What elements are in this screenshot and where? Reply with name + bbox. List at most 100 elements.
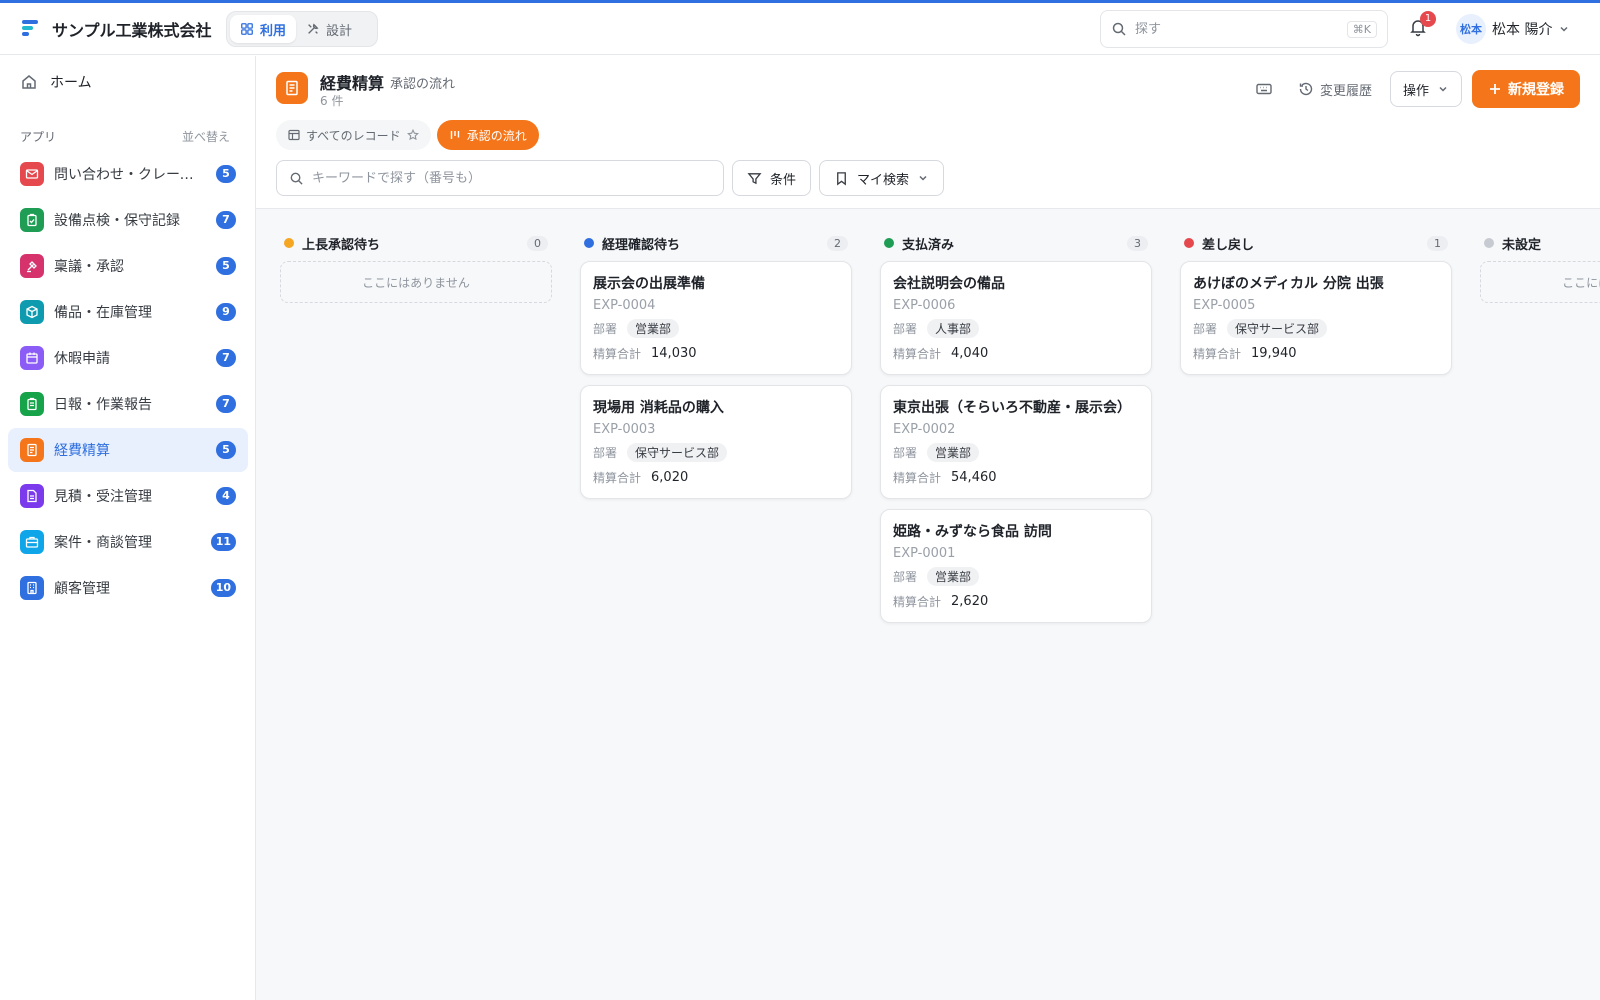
card-title: 姫路・みずなら食品 訪問 <box>893 524 1052 540</box>
status-dot <box>584 238 594 248</box>
mode-design-button[interactable]: 設計 <box>296 15 362 43</box>
status-dot <box>1184 238 1194 248</box>
sidebar-item-maintenance[interactable]: 設備点検・保守記録 7 <box>8 198 248 242</box>
column-header: 未設定 <box>1480 231 1600 255</box>
total-label: 精算合計 <box>1193 346 1242 361</box>
kanban-card[interactable]: あけぼのメディカル 分院 出張 EXP-0005 部署 保守サービス部 精算合計… <box>1180 261 1452 375</box>
sidebar-item-deals[interactable]: 案件・商談管理 11 <box>8 520 248 564</box>
kanban-column-returned: 差し戻し 1 あけぼのメディカル 分院 出張 EXP-0005 部署 保守サービ… <box>1180 231 1452 385</box>
dept-label: 部署 <box>893 569 918 584</box>
card-id: EXP-0001 <box>893 546 956 561</box>
sidebar-item-count: 5 <box>216 165 236 183</box>
mode-use-button[interactable]: 利用 <box>230 15 297 43</box>
card-dept-row: 部署 営業部 <box>893 442 1139 462</box>
tab-all-records[interactable]: すべてのレコード <box>276 120 431 150</box>
total-label: 精算合計 <box>593 346 642 361</box>
card-total-row: 精算合計 4,040 <box>893 343 1139 363</box>
briefcase-icon <box>20 530 44 554</box>
sidebar-section-header: アプリ 並べ替え <box>20 128 230 145</box>
new-record-button[interactable]: 新規登録 <box>1472 70 1580 108</box>
sidebar-item-expenses[interactable]: 経費精算 5 <box>8 428 248 472</box>
keyboard-icon <box>1256 83 1272 95</box>
kanban-card[interactable]: 姫路・みずなら食品 訪問 EXP-0001 部署 営業部 精算合計 2,620 <box>880 509 1152 623</box>
status-dot <box>884 238 894 248</box>
sidebar-item-count: 7 <box>216 211 236 229</box>
sidebar-item-inventory[interactable]: 備品・在庫管理 9 <box>8 290 248 334</box>
keyword-search[interactable] <box>276 160 724 196</box>
sidebar-item-approvals[interactable]: 稟議・承認 5 <box>8 244 248 288</box>
global-search[interactable]: ⌘K <box>1100 10 1388 48</box>
chevron-down-icon <box>919 175 927 181</box>
sidebar-item-label: 日報・作業報告 <box>54 397 152 413</box>
history-button[interactable]: 変更履歴 <box>1290 71 1380 107</box>
total-value: 4,040 <box>951 345 989 361</box>
sidebar-section-label: アプリ <box>20 130 57 144</box>
sidebar-item-customers[interactable]: 顧客管理 10 <box>8 566 248 610</box>
mode-use-label: 利用 <box>260 23 287 39</box>
kanban-card[interactable]: 東京出張（そらいろ不動産・展示会） EXP-0002 部署 営業部 精算合計 5… <box>880 385 1152 499</box>
total-label: 精算合計 <box>593 470 642 485</box>
my-search-dropdown[interactable]: マイ検索 <box>819 160 945 196</box>
sidebar-item-count: 9 <box>216 303 236 321</box>
sidebar-app-list: 問い合わせ・クレーム管理 5 設備点検・保守記録 7 稟議・承認 5 備品・在庫… <box>8 152 248 612</box>
sidebar: ホーム アプリ 並べ替え 問い合わせ・クレーム管理 5 設備点検・保守記録 7 … <box>0 56 256 1000</box>
tab-label: すべてのレコード <box>306 128 401 143</box>
sidebar-sort-button[interactable]: 並べ替え <box>182 128 230 145</box>
column-header: 支払済み 3 <box>880 231 1152 255</box>
company-logo-icon[interactable] <box>20 18 40 38</box>
kanban-card[interactable]: 会社説明会の備品 EXP-0006 部署 人事部 精算合計 4,040 <box>880 261 1152 375</box>
sidebar-item-inquiries[interactable]: 問い合わせ・クレーム管理 5 <box>8 152 248 196</box>
company-name: サンプル工業株式会社 <box>52 21 212 40</box>
box-icon <box>20 300 44 324</box>
card-dept-row: 部署 保守サービス部 <box>1193 318 1439 338</box>
dept-label: 部署 <box>893 445 918 460</box>
kanban-card[interactable]: 現場用 消耗品の購入 EXP-0003 部署 保守サービス部 精算合計 6,02… <box>580 385 852 499</box>
kanban-column-unset: 未設定 ここにはありません <box>1480 231 1600 303</box>
total-value: 54,460 <box>951 469 997 485</box>
tab-label: 承認の流れ <box>466 128 527 143</box>
clipboard-list-icon <box>20 392 44 416</box>
filter-icon <box>747 172 762 184</box>
status-dot <box>284 238 294 248</box>
filter-button[interactable]: 条件 <box>732 160 812 196</box>
sidebar-item-label: 休暇申請 <box>54 351 110 367</box>
total-value: 19,940 <box>1251 345 1297 361</box>
dept-label: 部署 <box>593 445 618 460</box>
dept-tag: 営業部 <box>927 566 980 586</box>
home-icon <box>22 75 36 89</box>
sidebar-item-count: 7 <box>216 395 236 413</box>
mail-icon <box>20 162 44 186</box>
kanban-card[interactable]: 展示会の出展準備 EXP-0004 部署 営業部 精算合計 14,030 <box>580 261 852 375</box>
kanban-board: 上長承認待ち 0 ここにはありません 経理確認待ち 2 展示会の出展準備 EXP… <box>256 208 1600 1000</box>
view-tabs: すべてのレコード 承認の流れ <box>276 120 539 150</box>
card-total-row: 精算合計 2,620 <box>893 591 1139 611</box>
sidebar-item-count: 5 <box>216 257 236 275</box>
operations-dropdown[interactable]: 操作 <box>1389 71 1462 107</box>
star-icon[interactable] <box>406 129 419 141</box>
keyword-search-input[interactable] <box>311 170 711 186</box>
user-menu[interactable]: 松本 松本 陽介 <box>1456 13 1570 45</box>
chevron-down-icon <box>1439 86 1447 92</box>
notification-button[interactable]: 1 <box>1408 11 1436 41</box>
filter-label: 条件 <box>770 172 797 188</box>
sidebar-item-quotes[interactable]: 見積・受注管理 4 <box>8 474 248 518</box>
card-total-row: 精算合計 54,460 <box>893 467 1139 487</box>
mode-switcher: 利用 設計 <box>226 11 378 47</box>
sidebar-item-leave[interactable]: 休暇申請 7 <box>8 336 248 380</box>
tab-approval-flow[interactable]: 承認の流れ <box>436 120 539 150</box>
card-total-row: 精算合計 6,020 <box>593 467 839 487</box>
sidebar-item-daily-report[interactable]: 日報・作業報告 7 <box>8 382 248 426</box>
keyboard-shortcuts-button[interactable] <box>1248 73 1280 105</box>
app-header: サンプル工業株式会社 利用 設計 ⌘K 1 松本 松本 陽介 <box>0 3 1600 55</box>
sidebar-home[interactable]: ホーム <box>20 72 92 92</box>
card-total-row: 精算合計 19,940 <box>1193 343 1439 363</box>
column-count: 2 <box>827 235 848 251</box>
stamp-icon <box>20 254 44 278</box>
total-value: 2,620 <box>951 593 989 609</box>
card-title: 会社説明会の備品 <box>893 276 1005 292</box>
dept-label: 部署 <box>593 321 618 336</box>
global-search-input[interactable] <box>1135 21 1335 37</box>
search-icon <box>290 172 303 185</box>
dept-tag: 保守サービス部 <box>627 442 728 462</box>
my-search-label: マイ検索 <box>857 172 910 188</box>
